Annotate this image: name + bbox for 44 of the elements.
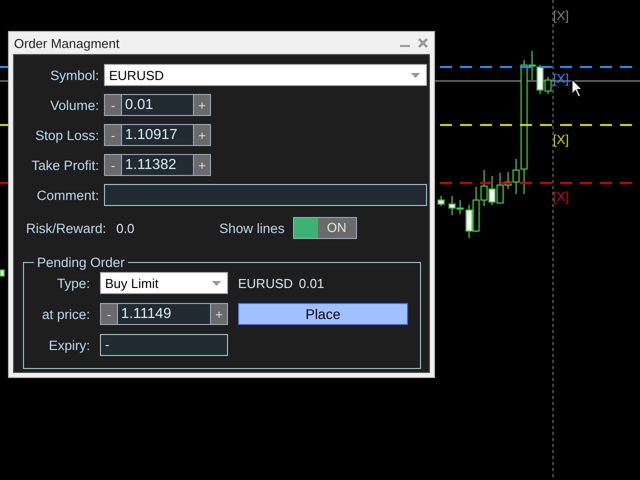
order-summary-text: 0.01 (298, 276, 324, 290)
order-summary-text: EURUSD (238, 276, 293, 290)
risk-reward-label: Risk/Reward: (26, 220, 106, 236)
candlestick (0, 270, 4, 276)
expiry-field[interactable]: - (100, 334, 228, 356)
dropdown-value: Buy Limit (105, 276, 158, 290)
comment-field[interactable] (104, 184, 427, 206)
dropdown-value: EURUSD (109, 68, 164, 82)
field-label: Take Profit: (30, 158, 99, 172)
field-label: Stop Loss: (34, 128, 99, 142)
delete-line-marker[interactable]: [X] (553, 190, 569, 204)
show-lines-toggle[interactable]: ON (292, 217, 357, 239)
risk-reward-value: 0.0 (116, 220, 136, 236)
symbol-dropdown[interactable]: EURUSD (104, 64, 427, 86)
group-title: Pending Order (36, 255, 126, 270)
delete-line-marker[interactable]: [X] (553, 133, 569, 147)
decrement-button[interactable]: - (104, 154, 122, 176)
field-label: Type: (56, 276, 90, 290)
increment-button[interactable]: + (193, 94, 211, 116)
increment-button[interactable]: + (193, 124, 211, 146)
field-label: Expiry: (48, 338, 90, 352)
window-title: Order Managment (14, 36, 120, 50)
field-label: Comment: (36, 188, 99, 202)
dropdown-arrow-icon (212, 280, 221, 286)
field-label: at price: (40, 306, 90, 322)
decrement-button[interactable]: - (100, 303, 118, 325)
place-button[interactable]: Place (238, 303, 408, 325)
number-field[interactable]: 0.01 (122, 94, 193, 116)
increment-button[interactable]: + (210, 303, 228, 325)
increment-button[interactable]: + (193, 154, 211, 176)
order-type-dropdown[interactable]: Buy Limit (100, 272, 228, 294)
number-field[interactable]: 1.11149 (118, 303, 210, 325)
delete-line-marker[interactable]: [X] (553, 9, 569, 23)
number-field[interactable]: 1.10917 (122, 124, 193, 146)
decrement-button[interactable]: - (104, 124, 122, 146)
show-lines-label: Show lines (219, 220, 285, 236)
field-label: Volume: (49, 98, 99, 112)
candlestick (438, 196, 444, 206)
decrement-button[interactable]: - (104, 94, 122, 116)
dropdown-arrow-icon (411, 72, 420, 78)
close-icon[interactable] (418, 38, 428, 48)
mouse-cursor-icon (571, 78, 583, 98)
field-label: Symbol: (49, 68, 99, 82)
number-field[interactable]: 1.11382 (122, 154, 193, 176)
